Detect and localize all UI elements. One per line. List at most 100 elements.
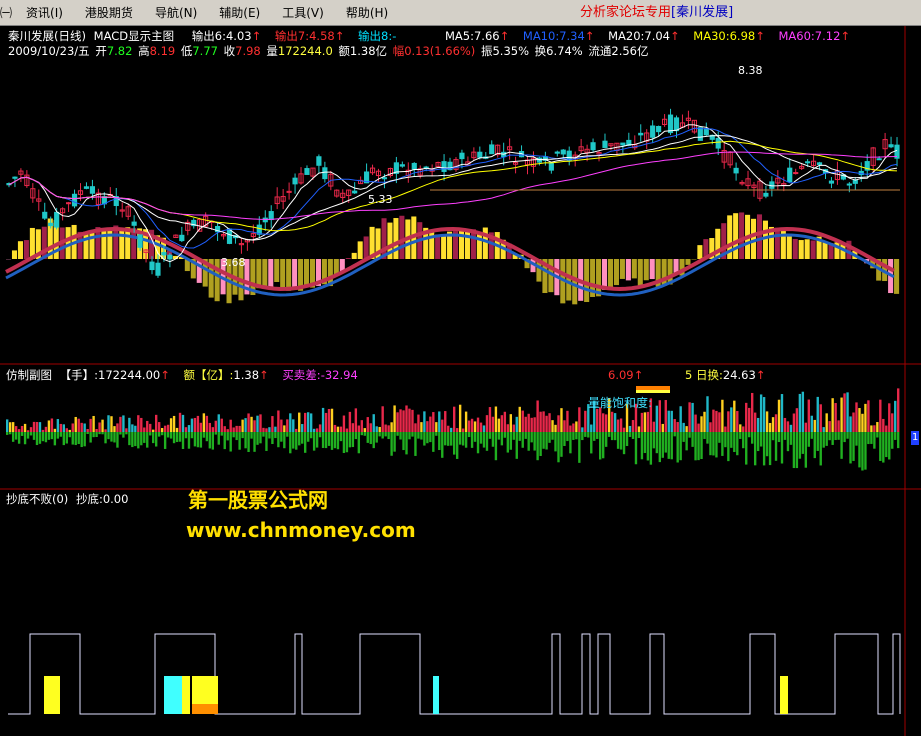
volume-bar-up	[98, 422, 101, 432]
volume-bar-up	[62, 424, 65, 432]
volume-bar-down	[265, 432, 268, 451]
volume-bar-up	[92, 415, 95, 432]
volume-bar-down	[482, 432, 486, 448]
volume-bar-down	[810, 432, 813, 439]
menu-item-info[interactable]: 资讯(I)	[15, 0, 74, 26]
ohlc-info-row: 2009/10/23/五 开7.82 高8.19 低7.77 收7.98 量17…	[8, 43, 648, 59]
volume-bar-down	[780, 432, 784, 464]
volume-bar-down	[429, 432, 432, 443]
volume-bar-up	[357, 425, 361, 432]
volume-bar-down	[208, 432, 212, 449]
indicator-name: MACD显示主图	[93, 29, 175, 43]
volume-bar-down	[390, 432, 393, 456]
open: 开7.82	[95, 44, 133, 58]
volume-bar-down	[128, 432, 131, 446]
menu-item-hk-futures[interactable]: 港股期货	[74, 0, 144, 26]
volume-bar-down	[348, 432, 352, 448]
volume-bar-down	[664, 432, 667, 453]
volume-bar-down	[745, 432, 748, 465]
volume-bar-up	[539, 411, 542, 432]
candle-body	[852, 180, 858, 184]
volume-bar-up	[581, 427, 584, 432]
amount-yi: 额【亿】:1.38↑	[183, 368, 269, 382]
volume-bar-up	[837, 420, 840, 432]
volume-bar-down	[870, 432, 873, 444]
volume-bar-down	[739, 432, 742, 439]
volume-bar-down	[730, 432, 733, 448]
volume-bar-down	[149, 432, 152, 436]
menu-item-nav[interactable]: 导航(N)	[144, 0, 208, 26]
volume-bar-down	[503, 432, 507, 438]
volume-bar-down	[685, 432, 688, 451]
macd-bar	[399, 215, 405, 259]
volume-bar-up	[652, 421, 656, 432]
volume-bar-down	[569, 432, 572, 454]
volume-bar-up	[894, 400, 897, 432]
bottom-indicator-panel[interactable]	[8, 633, 901, 715]
volume-right-tick: 1	[911, 431, 920, 445]
volume-bar-down	[491, 432, 495, 447]
volume-bar-up	[259, 414, 262, 432]
volume-bar-up	[843, 393, 846, 432]
volume-bar-up	[274, 426, 277, 432]
volume-bar-down	[593, 432, 596, 441]
volume-bar-down	[372, 432, 375, 449]
volume-bar-up	[756, 417, 760, 432]
macd-bar	[89, 231, 95, 259]
volume-bar-up	[110, 416, 113, 432]
volume-bar-down	[420, 432, 423, 440]
volume-bar-up	[384, 424, 387, 432]
volume-bar-down	[315, 432, 319, 448]
menu-item-assist[interactable]: 辅助(E)	[208, 0, 271, 26]
volume-bar-up	[238, 425, 241, 432]
volume-bar-up	[202, 413, 206, 432]
volume-bar-up	[679, 406, 682, 432]
volume-bar-down	[193, 432, 197, 447]
volume-bar-up	[229, 419, 232, 432]
volume-bar-down	[700, 432, 703, 460]
volume-bar-down	[295, 432, 298, 450]
volume-bar-up	[572, 423, 575, 432]
volume-bar-up	[664, 400, 667, 432]
volume-bar-up	[366, 417, 369, 432]
partial-value: 6.09↑	[608, 368, 644, 382]
volume-bar-up	[432, 412, 435, 432]
ma-line	[8, 140, 898, 232]
volume-bar-up	[795, 408, 799, 432]
volume-bar-up	[715, 410, 718, 432]
volume-bar-down	[458, 432, 462, 445]
volume-bar-up	[566, 410, 569, 432]
candle-body	[703, 128, 709, 136]
volume-bar-down	[688, 432, 691, 438]
volume-bar-up	[241, 419, 244, 432]
volume-bar-down	[843, 432, 846, 443]
volume-bar-up	[348, 411, 352, 432]
volume-panel[interactable]	[6, 386, 900, 471]
volume-bar-up	[777, 399, 781, 432]
volume-bar-down	[494, 432, 498, 461]
candle-body	[322, 167, 328, 180]
volume-bar-down	[709, 432, 712, 456]
volume-bar-down	[17, 432, 21, 444]
candle-body	[65, 202, 72, 205]
volume-bar-down	[706, 432, 709, 444]
volume-bar-down	[366, 432, 369, 443]
menu-item-help[interactable]: 帮助(H)	[335, 0, 399, 26]
volume-bar-up	[375, 426, 378, 432]
volume-bar-down	[77, 432, 80, 445]
volume-bar-down	[62, 432, 65, 446]
volume-bar-up	[312, 428, 316, 432]
saturation-bar-top	[636, 390, 670, 393]
volume-bar-down	[888, 432, 891, 460]
volume-bar-up	[220, 418, 223, 432]
menu-item-partial[interactable]: ㈠	[0, 0, 15, 26]
menu-item-tools[interactable]: 工具(V)	[271, 0, 335, 26]
volume-bar-down	[774, 432, 778, 461]
volume-bar-up	[152, 429, 155, 432]
volume-bar-down	[560, 432, 563, 457]
volume-bar-down	[402, 432, 405, 451]
volume-bar-up	[426, 421, 429, 432]
volume-bar-up	[89, 418, 92, 432]
volume-bar-down	[89, 432, 92, 443]
volume-bar-up	[879, 399, 882, 432]
